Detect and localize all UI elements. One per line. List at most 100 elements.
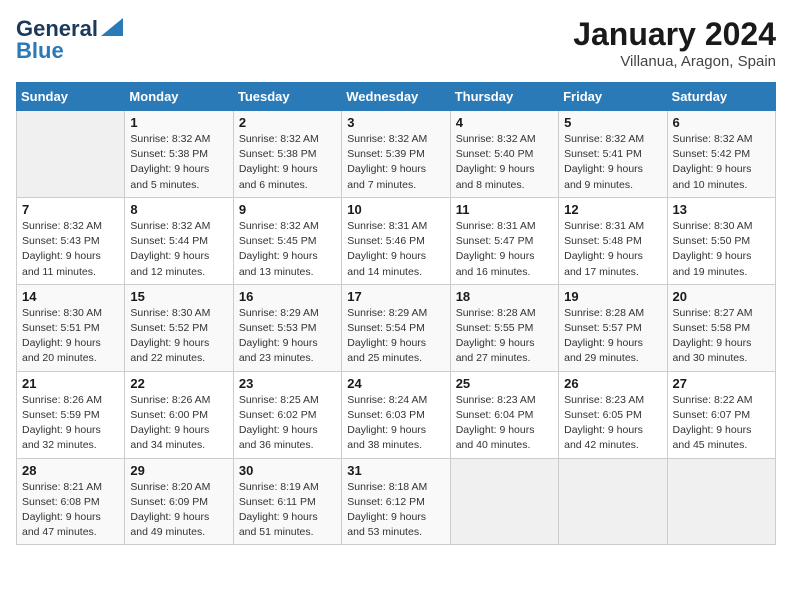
logo-icon	[101, 18, 123, 36]
calendar-body: 1 Sunrise: 8:32 AMSunset: 5:38 PMDaylight…	[17, 111, 776, 545]
calendar-cell: 29 Sunrise: 8:20 AMSunset: 6:09 PMDayligh…	[125, 458, 233, 545]
day-number: 14	[22, 289, 119, 304]
day-number: 19	[564, 289, 661, 304]
calendar-cell	[559, 458, 667, 545]
calendar-cell: 1 Sunrise: 8:32 AMSunset: 5:38 PMDaylight…	[125, 111, 233, 198]
day-number: 25	[456, 376, 553, 391]
calendar-week-row: 14 Sunrise: 8:30 AMSunset: 5:51 PMDayligh…	[17, 284, 776, 371]
day-number: 29	[130, 463, 227, 478]
day-info: Sunrise: 8:31 AMSunset: 5:48 PMDaylight:…	[564, 219, 661, 280]
day-info: Sunrise: 8:29 AMSunset: 5:53 PMDaylight:…	[239, 306, 336, 367]
calendar-cell: 19 Sunrise: 8:28 AMSunset: 5:57 PMDayligh…	[559, 284, 667, 371]
day-number: 3	[347, 115, 444, 130]
day-number: 27	[673, 376, 770, 391]
day-number: 20	[673, 289, 770, 304]
calendar-cell: 17 Sunrise: 8:29 AMSunset: 5:54 PMDayligh…	[342, 284, 450, 371]
day-info: Sunrise: 8:26 AMSunset: 5:59 PMDaylight:…	[22, 393, 119, 454]
calendar-cell: 14 Sunrise: 8:30 AMSunset: 5:51 PMDayligh…	[17, 284, 125, 371]
day-number: 7	[22, 202, 119, 217]
title-block: January 2024 Villanua, Aragon, Spain	[573, 16, 776, 70]
day-number: 23	[239, 376, 336, 391]
calendar-cell: 23Sunrise: 8:25 AMSunset: 6:02 PMDayligh…	[233, 371, 341, 458]
day-number: 17	[347, 289, 444, 304]
calendar-week-row: 1 Sunrise: 8:32 AMSunset: 5:38 PMDaylight…	[17, 111, 776, 198]
day-number: 18	[456, 289, 553, 304]
day-info: Sunrise: 8:28 AMSunset: 5:55 PMDaylight:…	[456, 306, 553, 367]
calendar-cell: 13Sunrise: 8:30 AMSunset: 5:50 PMDayligh…	[667, 197, 775, 284]
weekday-header: Thursday	[450, 83, 558, 111]
day-info: Sunrise: 8:32 AMSunset: 5:38 PMDaylight:…	[130, 132, 227, 193]
day-info: Sunrise: 8:27 AMSunset: 5:58 PMDaylight:…	[673, 306, 770, 367]
day-info: Sunrise: 8:31 AMSunset: 5:47 PMDaylight:…	[456, 219, 553, 280]
day-number: 5	[564, 115, 661, 130]
calendar-cell: 30 Sunrise: 8:19 AMSunset: 6:11 PMDayligh…	[233, 458, 341, 545]
weekday-header: Monday	[125, 83, 233, 111]
day-number: 6	[673, 115, 770, 130]
weekday-header: Friday	[559, 83, 667, 111]
calendar-cell: 26Sunrise: 8:23 AMSunset: 6:05 PMDayligh…	[559, 371, 667, 458]
calendar-header: SundayMondayTuesdayWednesdayThursdayFrid…	[17, 83, 776, 111]
weekday-header: Tuesday	[233, 83, 341, 111]
day-info: Sunrise: 8:32 AMSunset: 5:42 PMDaylight:…	[673, 132, 770, 193]
calendar-cell: 2Sunrise: 8:32 AMSunset: 5:38 PMDaylight…	[233, 111, 341, 198]
weekday-header-row: SundayMondayTuesdayWednesdayThursdayFrid…	[17, 83, 776, 111]
calendar-cell: 16 Sunrise: 8:29 AMSunset: 5:53 PMDayligh…	[233, 284, 341, 371]
page-header: General Blue January 2024 Villanua, Arag…	[16, 16, 776, 70]
weekday-header: Wednesday	[342, 83, 450, 111]
day-number: 22	[130, 376, 227, 391]
day-info: Sunrise: 8:29 AMSunset: 5:54 PMDaylight:…	[347, 306, 444, 367]
day-number: 15	[130, 289, 227, 304]
calendar-cell: 27Sunrise: 8:22 AMSunset: 6:07 PMDayligh…	[667, 371, 775, 458]
day-number: 16	[239, 289, 336, 304]
calendar-cell	[450, 458, 558, 545]
day-number: 9	[239, 202, 336, 217]
calendar-cell: 20 Sunrise: 8:27 AMSunset: 5:58 PMDayligh…	[667, 284, 775, 371]
calendar-cell: 8Sunrise: 8:32 AMSunset: 5:44 PMDaylight…	[125, 197, 233, 284]
day-info: Sunrise: 8:23 AMSunset: 6:05 PMDaylight:…	[564, 393, 661, 454]
day-number: 12	[564, 202, 661, 217]
calendar-cell: 24 Sunrise: 8:24 AMSunset: 6:03 PMDayligh…	[342, 371, 450, 458]
day-number: 21	[22, 376, 119, 391]
day-info: Sunrise: 8:30 AMSunset: 5:52 PMDaylight:…	[130, 306, 227, 367]
calendar-cell	[667, 458, 775, 545]
month-title: January 2024	[573, 16, 776, 53]
calendar-week-row: 28Sunrise: 8:21 AMSunset: 6:08 PMDayligh…	[17, 458, 776, 545]
day-number: 8	[130, 202, 227, 217]
day-number: 10	[347, 202, 444, 217]
day-info: Sunrise: 8:32 AMSunset: 5:38 PMDaylight:…	[239, 132, 336, 193]
calendar-week-row: 7Sunrise: 8:32 AMSunset: 5:43 PMDaylight…	[17, 197, 776, 284]
day-info: Sunrise: 8:32 AMSunset: 5:39 PMDaylight:…	[347, 132, 444, 193]
calendar-cell: 3 Sunrise: 8:32 AMSunset: 5:39 PMDaylight…	[342, 111, 450, 198]
calendar-cell: 6 Sunrise: 8:32 AMSunset: 5:42 PMDaylight…	[667, 111, 775, 198]
calendar-table: SundayMondayTuesdayWednesdayThursdayFrid…	[16, 82, 776, 545]
day-number: 30	[239, 463, 336, 478]
calendar-cell: 4Sunrise: 8:32 AMSunset: 5:40 PMDaylight…	[450, 111, 558, 198]
calendar-cell: 10 Sunrise: 8:31 AMSunset: 5:46 PMDayligh…	[342, 197, 450, 284]
day-info: Sunrise: 8:32 AMSunset: 5:45 PMDaylight:…	[239, 219, 336, 280]
day-info: Sunrise: 8:24 AMSunset: 6:03 PMDaylight:…	[347, 393, 444, 454]
day-info: Sunrise: 8:30 AMSunset: 5:51 PMDaylight:…	[22, 306, 119, 367]
calendar-cell: 5 Sunrise: 8:32 AMSunset: 5:41 PMDaylight…	[559, 111, 667, 198]
calendar-week-row: 21 Sunrise: 8:26 AMSunset: 5:59 PMDayligh…	[17, 371, 776, 458]
day-number: 1	[130, 115, 227, 130]
day-number: 31	[347, 463, 444, 478]
day-info: Sunrise: 8:32 AMSunset: 5:40 PMDaylight:…	[456, 132, 553, 193]
day-number: 24	[347, 376, 444, 391]
day-info: Sunrise: 8:20 AMSunset: 6:09 PMDaylight:…	[130, 480, 227, 541]
calendar-cell: 25Sunrise: 8:23 AMSunset: 6:04 PMDayligh…	[450, 371, 558, 458]
day-info: Sunrise: 8:28 AMSunset: 5:57 PMDaylight:…	[564, 306, 661, 367]
day-info: Sunrise: 8:30 AMSunset: 5:50 PMDaylight:…	[673, 219, 770, 280]
day-info: Sunrise: 8:26 AMSunset: 6:00 PMDaylight:…	[130, 393, 227, 454]
day-info: Sunrise: 8:32 AMSunset: 5:41 PMDaylight:…	[564, 132, 661, 193]
location-subtitle: Villanua, Aragon, Spain	[573, 53, 776, 70]
calendar-cell: 31 Sunrise: 8:18 AMSunset: 6:12 PMDayligh…	[342, 458, 450, 545]
calendar-cell	[17, 111, 125, 198]
calendar-cell: 15 Sunrise: 8:30 AMSunset: 5:52 PMDayligh…	[125, 284, 233, 371]
calendar-cell: 9 Sunrise: 8:32 AMSunset: 5:45 PMDaylight…	[233, 197, 341, 284]
day-info: Sunrise: 8:31 AMSunset: 5:46 PMDaylight:…	[347, 219, 444, 280]
calendar-cell: 11 Sunrise: 8:31 AMSunset: 5:47 PMDayligh…	[450, 197, 558, 284]
day-info: Sunrise: 8:19 AMSunset: 6:11 PMDaylight:…	[239, 480, 336, 541]
calendar-cell: 7Sunrise: 8:32 AMSunset: 5:43 PMDaylight…	[17, 197, 125, 284]
day-info: Sunrise: 8:18 AMSunset: 6:12 PMDaylight:…	[347, 480, 444, 541]
day-number: 11	[456, 202, 553, 217]
